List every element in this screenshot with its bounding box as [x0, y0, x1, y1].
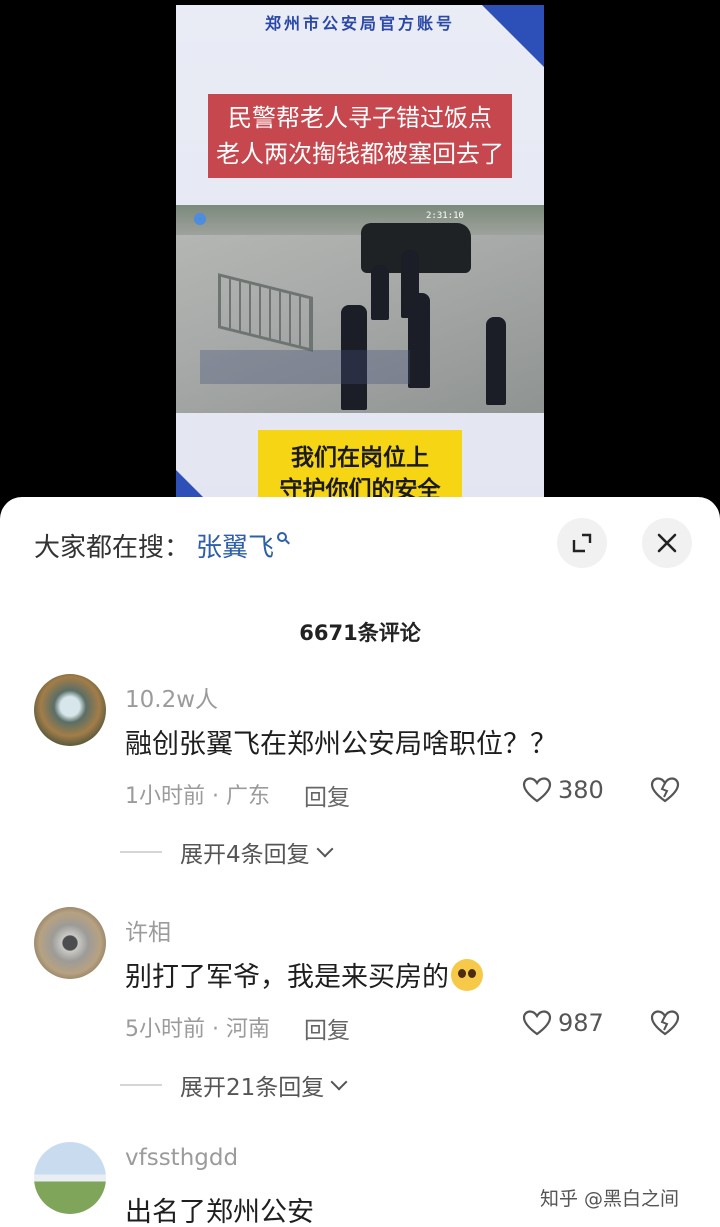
search-icon [277, 532, 288, 542]
comment-text: 融创张翼飞在郑州公安局啥职位？？ [125, 729, 557, 760]
like-button[interactable]: 380 [522, 776, 604, 804]
comment-author[interactable]: 许相 [125, 913, 171, 947]
like-count: 380 [558, 776, 604, 804]
like-button[interactable]: 987 [522, 1009, 604, 1037]
fullscreen-button[interactable] [557, 518, 607, 568]
comment-meta: 5小时前 · 河南 回复 [125, 1011, 350, 1045]
headline-banner: 民警帮老人寻子错过饭点 老人两次掏钱都被塞回去了 [208, 94, 512, 178]
avatar[interactable] [34, 1142, 106, 1214]
video-frame: 郑州市公安局官方账号 民警帮老人寻子错过饭点 老人两次掏钱都被塞回去了 2:31… [176, 5, 544, 520]
expand-icon [572, 533, 592, 553]
person-figure [408, 293, 430, 388]
expand-replies-label: 展开4条回复 [180, 842, 310, 868]
video-caption-overlay [200, 350, 410, 384]
comment-meta: 1小时前 · 广东 回复 [125, 778, 350, 812]
person-figure [371, 265, 389, 320]
slogan-line-1: 我们在岗位上 [291, 445, 429, 471]
person-figure [486, 317, 506, 405]
expand-replies-label: 展开21条回复 [180, 1075, 325, 1101]
trending-search-label: 大家都在搜： [34, 532, 191, 563]
comment-sheet: 大家都在搜： 张翼飞 6671条评论 10.2w人 融创张翼飞在郑州公安局啥职位… [0, 497, 720, 1227]
trending-search-term[interactable]: 张翼飞 [196, 527, 274, 564]
expand-replies-button[interactable]: 展开4条回复 [120, 835, 334, 869]
comment-author[interactable]: 10.2w人 [125, 680, 218, 714]
broken-heart-icon[interactable] [650, 1009, 680, 1037]
comment-text: 别打了军爷，我是来买房的 [125, 955, 483, 994]
reply-button[interactable]: 回复 [304, 778, 350, 812]
headline-line-1: 民警帮老人寻子错过饭点 [228, 104, 492, 132]
cctv-footage: 2:31:10 [176, 205, 544, 413]
video-player[interactable]: 郑州市公安局官方账号 民警帮老人寻子错过饭点 老人两次掏钱都被塞回去了 2:31… [0, 0, 720, 520]
like-count: 987 [558, 1009, 604, 1037]
comment-time-location: 5小时前 · 河南 [125, 1017, 270, 1042]
reply-button[interactable]: 回复 [304, 1011, 350, 1045]
avatar[interactable] [34, 674, 106, 746]
broken-heart-icon[interactable] [650, 776, 680, 804]
close-icon [657, 533, 677, 553]
news-logo-icon [194, 213, 206, 225]
close-button[interactable] [642, 518, 692, 568]
comment-text: 出名了郑州公安 [125, 1197, 314, 1227]
pleading-face-emoji-icon [451, 959, 483, 991]
comment-text-body: 别打了军爷，我是来买房的 [125, 962, 449, 993]
cctv-timestamp: 2:31:10 [426, 211, 464, 221]
expand-replies-button[interactable]: 展开21条回复 [120, 1068, 348, 1102]
heart-icon [522, 1010, 552, 1036]
comment-count: 6671条评论 [299, 621, 421, 645]
chevron-down-icon [316, 840, 334, 858]
watermark: 知乎 @黑白之间 [540, 1188, 680, 1210]
chevron-down-icon [330, 1073, 348, 1091]
avatar[interactable] [34, 907, 106, 979]
comment-author[interactable]: vfssthgdd [125, 1145, 238, 1171]
account-title: 郑州市公安局官方账号 [264, 14, 455, 33]
headline-line-2: 老人两次掏钱都被塞回去了 [216, 140, 504, 168]
comment-time-location: 1小时前 · 广东 [125, 784, 270, 809]
fence-figure [218, 273, 313, 352]
trending-search[interactable]: 大家都在搜： 张翼飞 [34, 527, 288, 564]
heart-icon [522, 777, 552, 803]
